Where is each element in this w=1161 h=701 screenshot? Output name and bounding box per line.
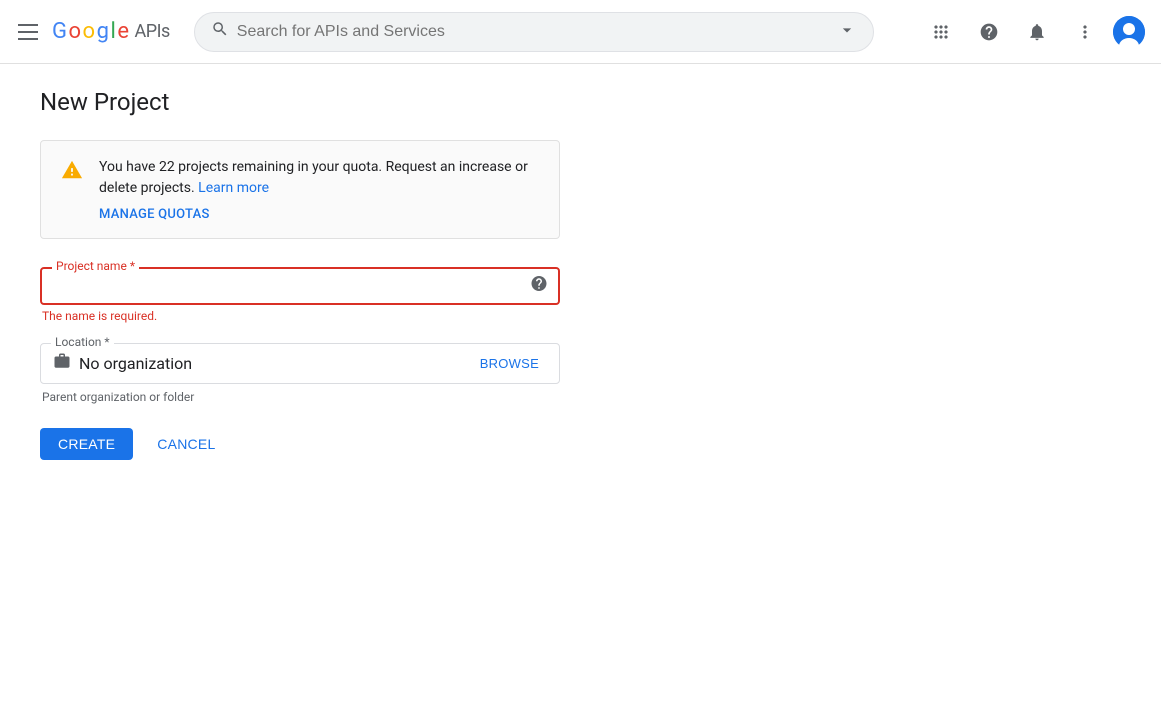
- project-name-group: Project name * The name is required.: [40, 267, 560, 323]
- project-name-error: The name is required.: [42, 309, 560, 323]
- location-field: Location * No organization BROWSE: [40, 343, 560, 384]
- more-options-icon[interactable]: [1065, 12, 1105, 52]
- navbar-right: [921, 12, 1145, 52]
- avatar[interactable]: [1113, 16, 1145, 48]
- help-icon[interactable]: [969, 12, 1009, 52]
- quota-alert: You have 22 projects remaining in your q…: [40, 140, 560, 239]
- project-name-field: Project name *: [40, 267, 560, 305]
- warning-icon: [61, 159, 83, 186]
- main-content: New Project You have 22 projects remaini…: [0, 64, 1161, 484]
- menu-icon[interactable]: [16, 20, 40, 44]
- browse-button[interactable]: BROWSE: [472, 352, 547, 375]
- location-hint: Parent organization or folder: [42, 390, 560, 404]
- action-buttons: CREATE CANCEL: [40, 428, 1121, 460]
- help-circle-icon[interactable]: [530, 275, 548, 298]
- search-icon: [211, 20, 229, 43]
- learn-more-link[interactable]: Learn more: [198, 180, 269, 196]
- create-button[interactable]: CREATE: [40, 428, 133, 460]
- notifications-icon[interactable]: [1017, 12, 1057, 52]
- search-input[interactable]: [237, 23, 829, 41]
- organization-icon: [53, 352, 71, 375]
- project-name-label: Project name *: [52, 259, 139, 273]
- search-dropdown-icon[interactable]: [837, 20, 857, 44]
- location-value: No organization: [79, 354, 192, 373]
- google-logo: Google APIs: [52, 19, 170, 44]
- cancel-button[interactable]: CANCEL: [141, 428, 231, 460]
- manage-quotas-link[interactable]: MANAGE QUOTAS: [99, 207, 539, 222]
- location-label: Location *: [51, 335, 114, 349]
- navbar-left: Google APIs: [16, 19, 170, 44]
- location-group: Location * No organization BROWSE Parent…: [40, 343, 560, 404]
- alert-content: You have 22 projects remaining in your q…: [99, 157, 539, 222]
- project-name-input[interactable]: [54, 277, 546, 295]
- apps-icon[interactable]: [921, 12, 961, 52]
- top-navbar: Google APIs: [0, 0, 1161, 64]
- search-bar[interactable]: [194, 12, 874, 52]
- apis-label: APIs: [134, 21, 169, 42]
- quota-message: You have 22 projects remaining in your q…: [99, 159, 528, 196]
- page-title: New Project: [40, 88, 1121, 116]
- location-value-group: No organization: [53, 352, 192, 375]
- required-star: *: [130, 259, 135, 273]
